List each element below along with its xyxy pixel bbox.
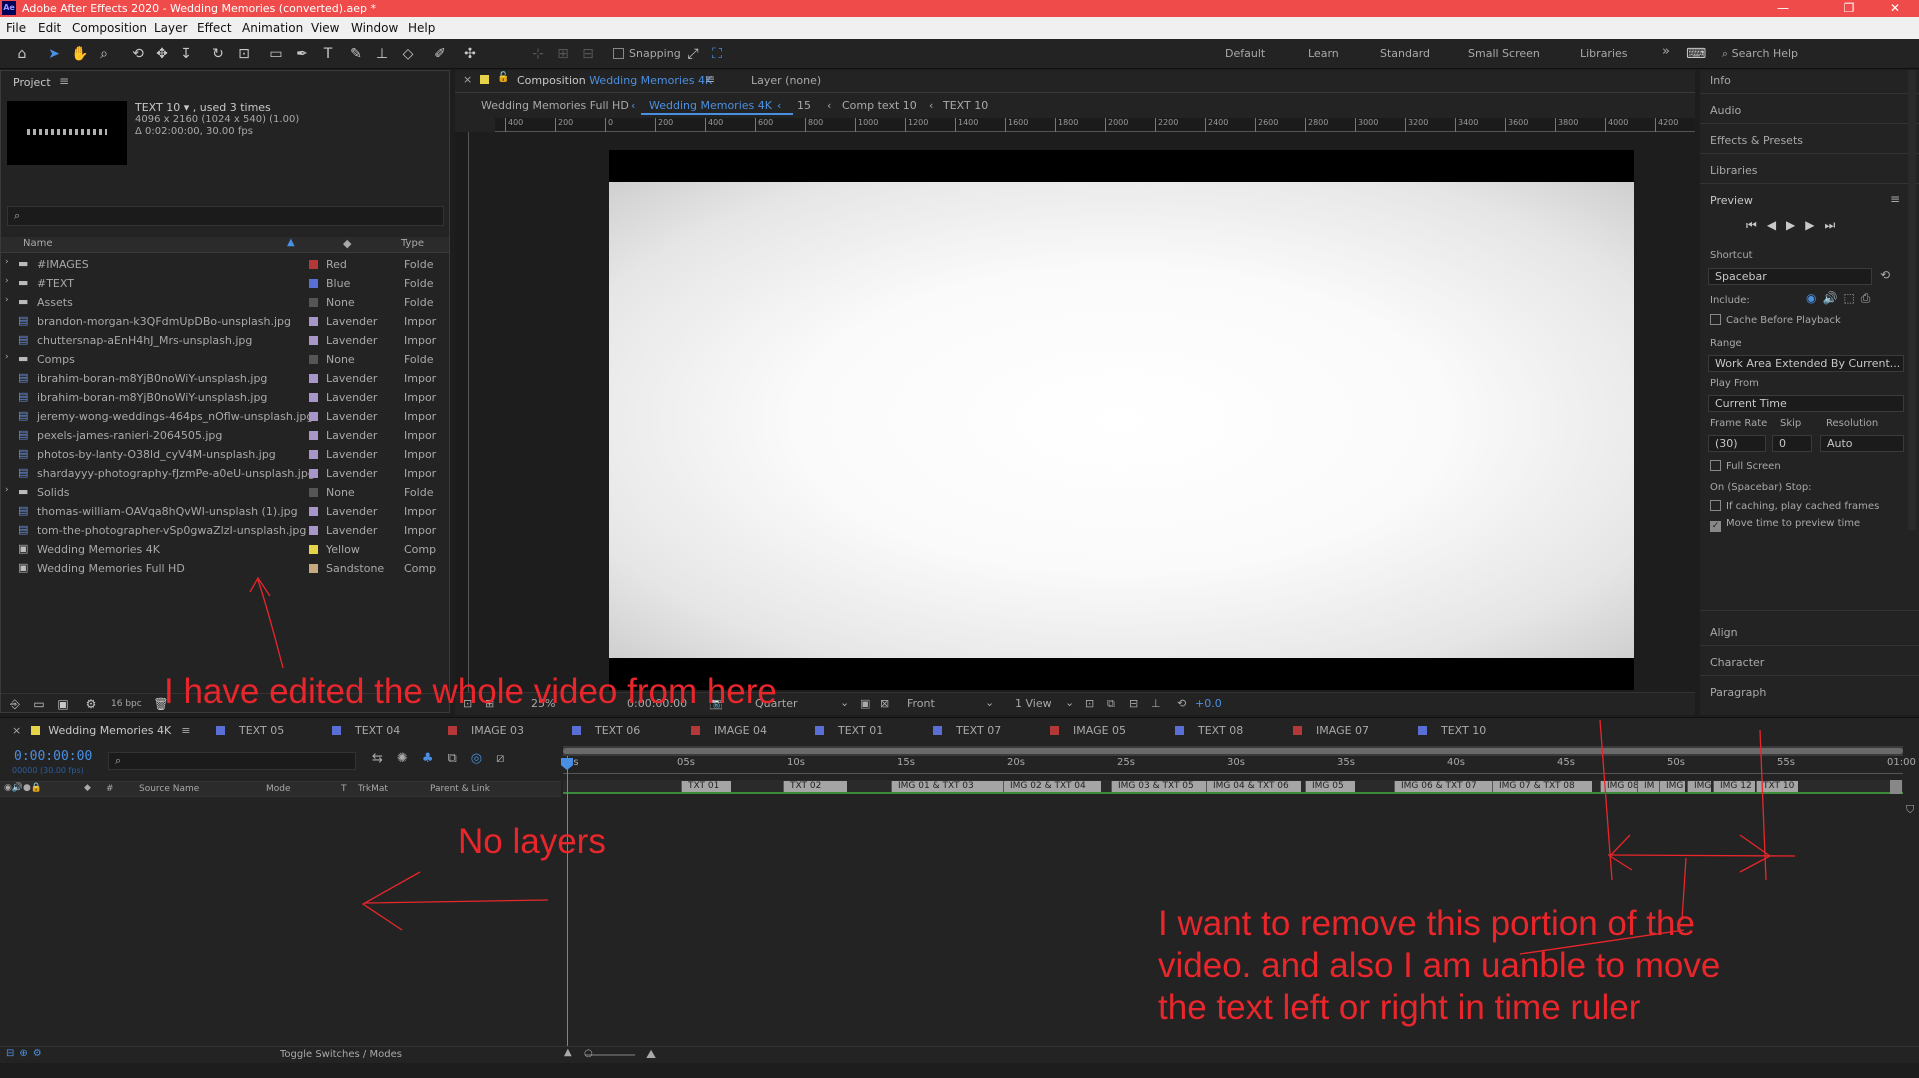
annotation-remove-line1: I want to remove this portion of the: [1158, 904, 1695, 943]
annotation-remove-line3: the text left or right in time ruler: [1158, 988, 1641, 1027]
annotation-edited-here: I have edited the whole video from here: [164, 672, 777, 711]
annotation-arrow-left: [361, 871, 549, 931]
annotation-no-layers: No layers: [458, 822, 606, 861]
annotation-remove-line2: video. and also I am uanble to move: [1158, 946, 1721, 985]
annotation-arrow-up: [249, 576, 284, 669]
